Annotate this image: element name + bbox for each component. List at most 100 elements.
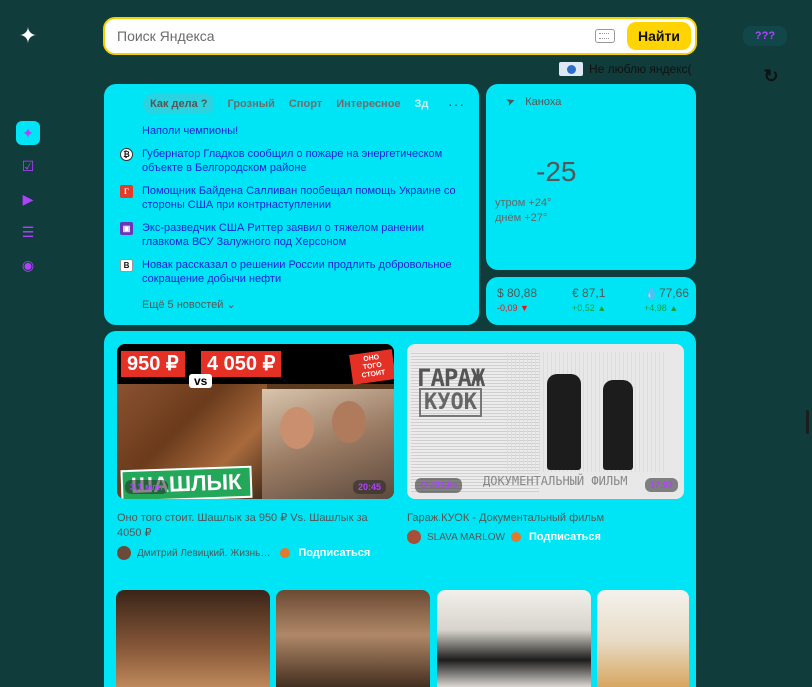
morning-forecast: утром +24° [495, 197, 552, 209]
news-item[interactable]: В Новак рассказал о решении России продл… [120, 258, 465, 286]
thumb-price: 4 050 ₽ [201, 351, 282, 377]
thumb-grid-pattern [507, 352, 667, 472]
rate-usd[interactable]: $ 80,88 -0,09 ▼ [497, 286, 537, 313]
sidebar-ai-sparkle-icon[interactable]: ✦ [16, 121, 40, 145]
news-card: Как дела ? Грозный Спорт Интересное Зд ·… [104, 84, 479, 325]
duration-badge: 17:07 [645, 478, 679, 492]
news-headline[interactable]: Новак рассказал о решении России продлит… [142, 258, 465, 286]
thumb-price: 950 ₽ [121, 351, 185, 377]
short-video-thumbnail[interactable] [116, 590, 270, 687]
duration-badge: 20:45 [353, 480, 387, 494]
news-tabs: Как дела ? Грозный Спорт Интересное Зд [144, 94, 428, 114]
sidebar-tasks-icon[interactable]: ☑ [16, 154, 40, 178]
keyboard-icon[interactable] [595, 29, 615, 43]
flag-icon [559, 62, 583, 76]
person-face [332, 401, 366, 443]
location-arrow-icon: ➤ [504, 94, 518, 110]
short-video-thumbnail[interactable] [597, 590, 689, 687]
refresh-icon[interactable]: ↻ [761, 66, 781, 86]
author-name[interactable]: Дмитрий Левицкий. Жизнь… [137, 548, 270, 559]
search-bar: Найти [103, 17, 697, 55]
day-forecast: днём +27° [495, 212, 548, 224]
news-item[interactable]: Г Помощник Байдена Салливан пообещал пом… [120, 184, 465, 212]
thumb-caption: ДОКУМЕНТАЛЬНЫЙ ФИЛЬМ [483, 474, 628, 488]
yandex-star-logo[interactable]: ✦ [17, 25, 39, 47]
rate-value: $ 80,88 [497, 286, 538, 300]
news-headline[interactable]: Губернатор Гладков сообщил о пожаре на э… [142, 147, 465, 175]
tab-sport[interactable]: Спорт [289, 98, 322, 110]
views-badge: 3,1 млн [125, 480, 168, 494]
sidebar-news-icon[interactable]: ☰ [16, 220, 40, 244]
current-temperature: -25 [536, 156, 577, 187]
gazeta-icon: Г [120, 185, 133, 198]
video-title[interactable]: Гараж.КУОК - Документальный фильм [407, 511, 677, 526]
location-name: Каноха [525, 95, 562, 108]
sidebar: ✦ ☑ ▶ ☰ ◉ [16, 121, 40, 286]
dislike-text: Не люблю яндекс( [589, 62, 692, 76]
purple-square-icon: ▣ [120, 222, 133, 235]
coin-icon: ₿ [120, 148, 133, 161]
weather-card[interactable]: ➤ Каноха -25 утром +24° днём +27° [486, 84, 696, 270]
short-video-thumbnail[interactable] [437, 590, 591, 687]
verified-icon [280, 548, 291, 558]
short-video-thumbnail[interactable] [276, 590, 430, 687]
avatar[interactable] [117, 546, 131, 560]
video-feed: 950 ₽ 4 050 ₽ vs ОНО ТОГО СТОИТ ШАШЛЫК 3… [104, 331, 696, 687]
weather-forecast: утром +24° днём +27° [495, 196, 551, 226]
tab-health[interactable]: Зд [415, 98, 429, 110]
rate-value: € 87,1 [572, 286, 606, 300]
more-news-label: Ещё 5 новостей [142, 299, 224, 311]
person-figure [603, 380, 633, 470]
views-badge: ⊙ 231,5к [415, 478, 463, 493]
video-thumbnail[interactable]: 950 ₽ 4 050 ₽ vs ОНО ТОГО СТОИТ ШАШЛЫК 3… [117, 344, 394, 499]
empty-source-icon [120, 125, 133, 138]
tab-interesting[interactable]: Интересное [336, 98, 400, 110]
rate-delta: +0,52 ▲ [572, 303, 607, 313]
verified-icon [510, 532, 521, 542]
person-face [280, 407, 314, 449]
news-list: Наполи чемпионы! ₿ Губернатор Гладков со… [120, 124, 465, 295]
rate-delta: -0,09 ▼ [497, 303, 529, 313]
video-thumbnail[interactable]: ГАРАЖ КУОК ДОКУМЕНТАЛЬНЫЙ ФИЛЬМ ⊙ 231,5к… [407, 344, 684, 499]
video-author: Дмитрий Левицкий. Жизнь… Подписаться [117, 546, 370, 560]
author-name[interactable]: SLAVA MARLOW [427, 532, 505, 543]
profile-button[interactable]: ??? [743, 26, 787, 46]
more-news-link[interactable]: Ещё 5 новостей ⌄ [142, 298, 236, 311]
oil-drop-icon: 💧 [644, 286, 659, 300]
thumb-subtitle: КУОК [419, 388, 482, 417]
more-tabs-icon[interactable]: ··· [448, 96, 465, 112]
subscribe-button[interactable]: Подписаться [529, 531, 601, 543]
thumb-sticker: ОНО ТОГО СТОИТ [349, 349, 394, 385]
tab-grozny[interactable]: Грозный [228, 98, 275, 110]
weather-location: ➤ Каноха [504, 94, 562, 110]
rate-eur[interactable]: € 87,1 +0,52 ▲ [572, 286, 606, 313]
thumb-vs: vs [189, 374, 213, 388]
person-figure [547, 374, 581, 470]
news-headline[interactable]: Помощник Байдена Салливан пообещал помощ… [142, 184, 465, 212]
search-input[interactable] [105, 28, 595, 44]
trend-down-icon: ▼ [520, 303, 529, 313]
news-item[interactable]: ₿ Губернатор Гладков сообщил о пожаре на… [120, 147, 465, 175]
scrollbar-handle[interactable] [806, 410, 809, 434]
tab-kak-dela[interactable]: Как дела ? [144, 94, 214, 114]
rate-value: 💧77,66 [644, 286, 689, 300]
trend-up-icon: ▲ [597, 303, 607, 313]
rate-delta: +4,98 ▲ [644, 303, 679, 313]
rate-oil[interactable]: 💧77,66 +4,98 ▲ [644, 286, 689, 313]
currency-rates-card[interactable]: $ 80,88 -0,09 ▼ € 87,1 +0,52 ▲ 💧77,66 +4… [486, 277, 696, 325]
dislike-banner[interactable]: Не люблю яндекс( [559, 62, 692, 76]
chevron-down-icon: ⌄ [226, 299, 236, 311]
news-headline[interactable]: Экс-разведчик США Риттер заявил о тяжело… [142, 221, 465, 249]
video-title[interactable]: Оно того стоит. Шашлык за 950 ₽ Vs. Шашл… [117, 511, 387, 541]
video-author: SLAVA MARLOW Подписаться [407, 530, 601, 544]
avatar[interactable] [407, 530, 421, 544]
sidebar-video-icon[interactable]: ▶ [16, 187, 40, 211]
trend-up-icon: ▲ [669, 303, 679, 313]
search-button[interactable]: Найти [627, 22, 691, 50]
news-item[interactable]: ▣ Экс-разведчик США Риттер заявил о тяже… [120, 221, 465, 249]
news-item[interactable]: Наполи чемпионы! [120, 124, 465, 138]
news-headline[interactable]: Наполи чемпионы! [142, 124, 238, 138]
sidebar-music-icon[interactable]: ◉ [16, 253, 40, 277]
play-icon: ⊙ [420, 480, 428, 490]
subscribe-button[interactable]: Подписаться [298, 547, 370, 559]
